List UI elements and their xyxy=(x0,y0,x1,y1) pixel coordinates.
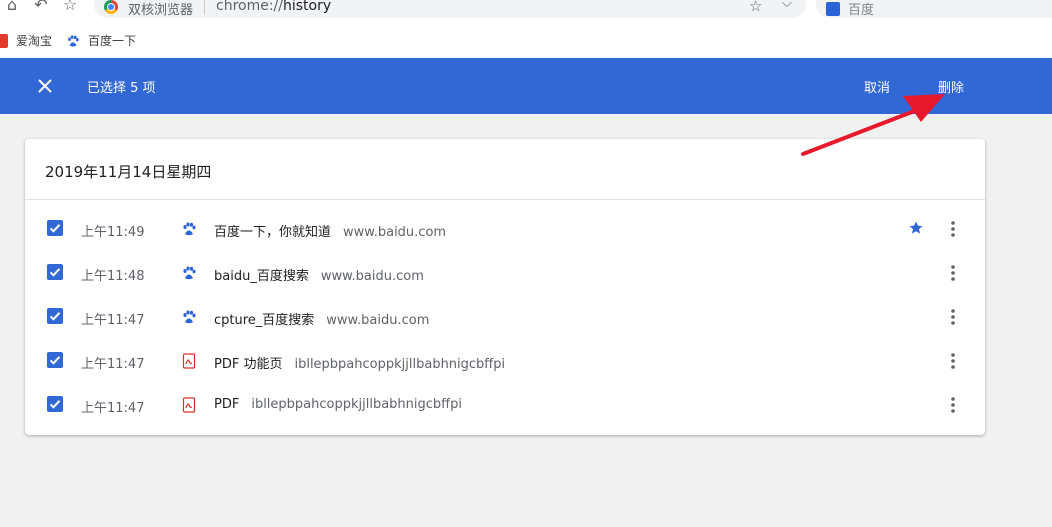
entry-title: PDF 功能页 xyxy=(214,357,283,372)
history-row[interactable]: 上午11:47 cpture_百度搜索 www.baidu.com xyxy=(25,295,985,339)
address-separator xyxy=(204,0,205,15)
baidu-search-icon xyxy=(826,2,840,16)
taobao-icon xyxy=(0,33,8,48)
entry-title: 百度一下，你就知道 xyxy=(214,225,332,240)
close-icon[interactable] xyxy=(36,77,54,95)
more-options-icon[interactable] xyxy=(947,307,959,327)
history-entry-link[interactable]: cpture_百度搜索 www.baidu.com xyxy=(214,309,429,328)
bookmark-taobao[interactable]: 爱淘宝 xyxy=(0,32,52,49)
entry-domain: www.baidu.com xyxy=(320,269,424,284)
history-row[interactable]: 上午11:47 PDF 功能页 ibllepbpahcoppkjjllbabhnig… xyxy=(25,339,985,383)
checkmark-icon xyxy=(49,356,61,365)
entry-domain: www.baidu.com xyxy=(326,313,430,328)
entry-domain: www.baidu.com xyxy=(343,225,447,240)
history-entry-link[interactable]: PDF ibllepbpahcoppkjjllbabhnigcbffpi xyxy=(214,397,462,412)
baidu-paw-icon xyxy=(183,266,196,280)
baidu-paw-icon xyxy=(183,310,196,324)
bookmark-baidu[interactable]: 百度一下 xyxy=(66,32,136,49)
more-options-icon[interactable] xyxy=(947,263,959,283)
entry-title: cpture_百度搜索 xyxy=(214,313,315,328)
pdf-icon xyxy=(182,397,196,413)
baidu-paw-icon xyxy=(183,222,196,236)
selected-count: 已选择 5 项 xyxy=(87,81,156,96)
baidu-paw-icon xyxy=(68,34,79,46)
more-options-icon[interactable] xyxy=(947,351,959,371)
annotation-arrow xyxy=(801,94,945,156)
history-row[interactable]: 上午11:47 PDF ibllepbpahcoppkjjllbabhnigcbff… xyxy=(25,383,985,427)
bookmark-label: 百度一下 xyxy=(88,34,137,48)
history-row[interactable]: 上午11:48 baidu_百度搜索 www.baidu.com xyxy=(25,251,985,295)
bookmarks-bar: 爱淘宝 百度一下 xyxy=(0,22,1052,58)
history-entry-link[interactable]: PDF 功能页 ibllepbpahcoppkjjllbabhnigcbffpi xyxy=(214,353,505,372)
checkmark-icon xyxy=(49,224,61,233)
history-entry-link[interactable]: 百度一下，你就知道 www.baidu.com xyxy=(214,221,446,240)
search-placeholder: 百度 xyxy=(848,3,875,18)
bookmark-star-icon[interactable]: ☆ xyxy=(61,0,79,14)
visit-time: 上午11:47 xyxy=(81,401,145,416)
address-url[interactable]: chrome://history xyxy=(216,0,331,14)
star-icon[interactable]: ☆ xyxy=(749,0,762,15)
checkmark-icon xyxy=(49,312,61,321)
entry-title: PDF xyxy=(214,397,240,412)
row-checkbox[interactable] xyxy=(47,308,63,324)
history-date-header: 2019年11月14日星期四 xyxy=(45,163,212,181)
search-box[interactable]: 百度 xyxy=(816,0,1052,18)
browser-name: 双核浏览器 xyxy=(128,3,194,18)
visit-time: 上午11:48 xyxy=(81,269,145,284)
pdf-icon xyxy=(182,353,196,369)
history-card: 2019年11月14日星期四 上午11:49 百度一下，你就知道 www.baidu… xyxy=(25,139,985,435)
undo-icon[interactable]: ↶ xyxy=(32,0,50,14)
address-bar[interactable]: 双核浏览器 chrome://history ☆ ⌵ xyxy=(94,0,806,18)
entry-domain: ibllepbpahcoppkjjllbabhnigcbffpi xyxy=(294,357,506,372)
entry-domain: ibllepbpahcoppkjjllbabhnigcbffpi xyxy=(251,397,462,412)
history-row[interactable]: 上午11:49 百度一下，你就知道 www.baidu.com xyxy=(25,207,985,251)
more-options-icon[interactable] xyxy=(947,395,959,415)
chevron-down-icon[interactable]: ⌵ xyxy=(782,0,792,11)
row-checkbox[interactable] xyxy=(47,220,63,236)
home-icon[interactable]: ⌂ xyxy=(3,0,21,14)
bookmark-label: 爱淘宝 xyxy=(16,34,53,48)
row-checkbox[interactable] xyxy=(47,396,63,412)
history-entry-link[interactable]: baidu_百度搜索 www.baidu.com xyxy=(214,265,424,284)
browser-toolbar: ⌂ ↶ ☆ 双核浏览器 chrome://history ☆ ⌵ 百度 xyxy=(0,0,1052,22)
divider xyxy=(25,199,985,200)
checkmark-icon xyxy=(49,400,61,409)
row-checkbox[interactable] xyxy=(47,352,63,368)
checkmark-icon xyxy=(49,268,61,277)
visit-time: 上午11:49 xyxy=(81,225,145,240)
visit-time: 上午11:47 xyxy=(81,357,145,372)
entry-title: baidu_百度搜索 xyxy=(214,269,309,284)
chrome-logo-icon xyxy=(104,0,118,14)
visit-time: 上午11:47 xyxy=(81,313,145,328)
row-checkbox[interactable] xyxy=(47,264,63,280)
starred-icon[interactable] xyxy=(908,220,924,236)
more-options-icon[interactable] xyxy=(947,219,959,239)
